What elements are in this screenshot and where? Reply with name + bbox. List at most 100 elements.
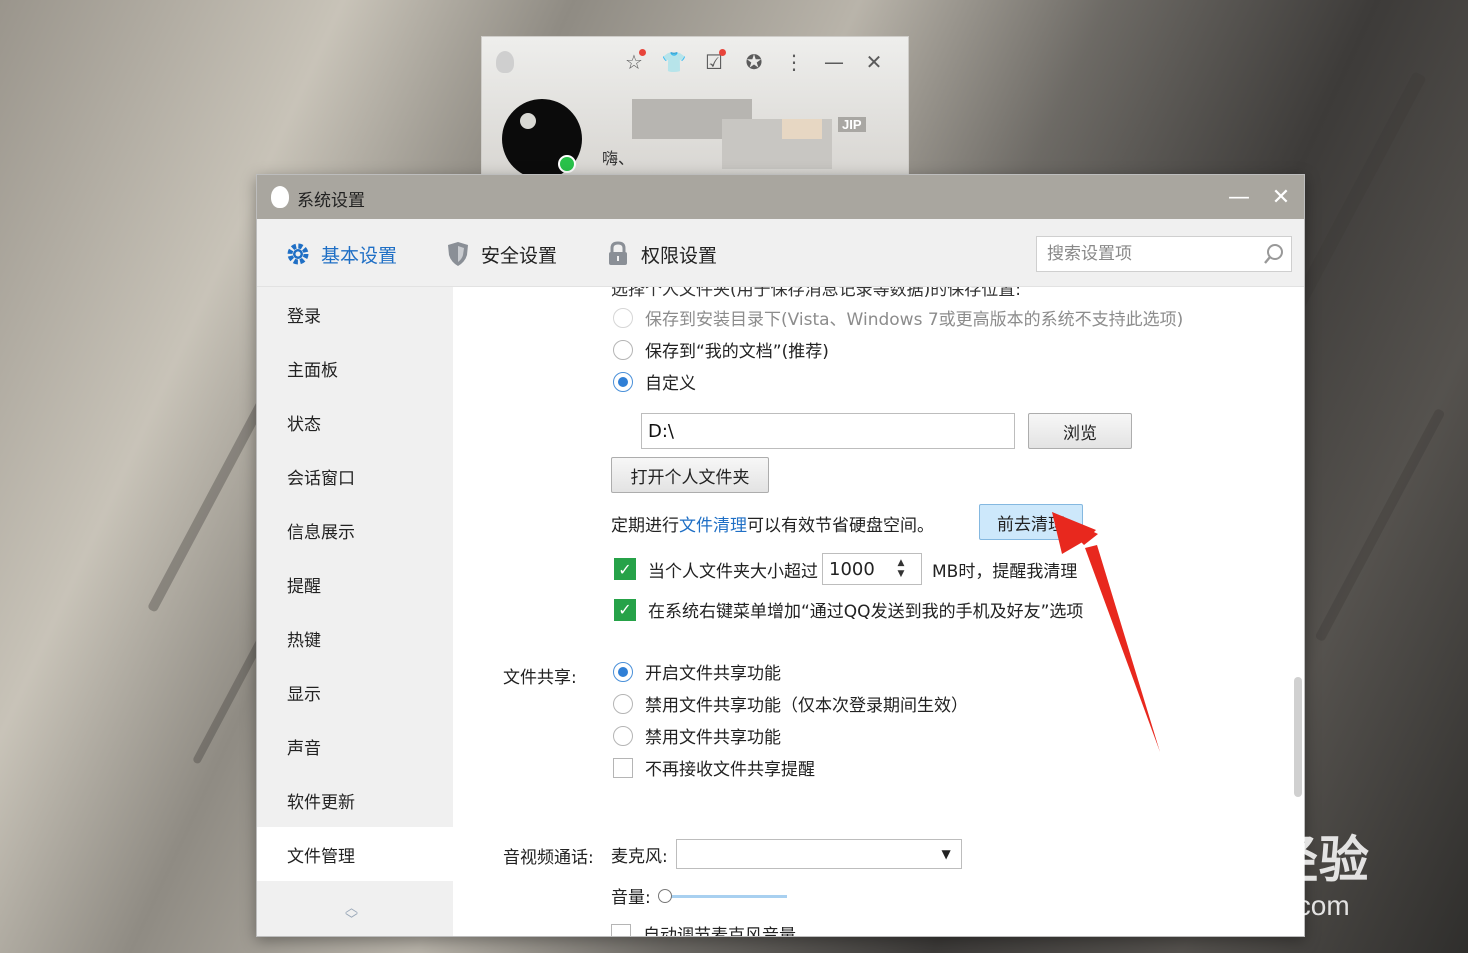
sidebar-item-file-management[interactable]: 文件管理 <box>257 827 453 881</box>
stepper-arrows-icon[interactable]: ▲ ▼ <box>875 558 921 580</box>
minimize-button[interactable]: — <box>1224 183 1254 211</box>
gear-icon <box>285 241 311 267</box>
checkbox-label: 不再接收文件共享提醒 <box>645 760 815 780</box>
radio-button[interactable] <box>613 371 633 392</box>
auto-adjust-option[interactable]: 自动调节麦克风音量 <box>611 921 796 937</box>
size-reminder-option[interactable]: ✓ 当个人文件夹大小超过 1000 ▲ ▼ MB时，提醒我清理 <box>614 553 1077 585</box>
radio-button[interactable] <box>613 693 633 714</box>
shirt-icon[interactable]: 👕 <box>654 49 694 75</box>
search-icon[interactable] <box>1263 243 1285 265</box>
sidebar-scroll-chevrons-icon[interactable]: ︿ ﹀ <box>345 902 358 927</box>
sidebar-item-main-panel[interactable]: 主面板 <box>257 341 453 395</box>
qq-logo-icon <box>496 51 514 73</box>
qq-logo-icon <box>271 186 289 208</box>
radio-label: 禁用文件共享功能（仅本次登录期间生效） <box>645 696 968 716</box>
open-personal-folder-button[interactable]: 打开个人文件夹 <box>611 457 769 493</box>
checkbox[interactable]: ✓ <box>614 598 636 621</box>
checkbox-label-suffix: MB时，提醒我清理 <box>932 561 1078 582</box>
lock-icon <box>605 241 631 267</box>
size-limit-value: 1000 <box>829 558 875 580</box>
tab-basic-settings[interactable]: 基本设置 <box>285 239 397 269</box>
radio-button[interactable] <box>613 339 633 360</box>
microphone-row: 麦克风: ▼ <box>611 839 962 869</box>
title-bar[interactable]: 系统设置 — ✕ <box>257 175 1304 219</box>
checkbox-label: 自动调节麦克风音量 <box>643 926 796 937</box>
radio-label: 开启文件共享功能 <box>645 664 781 684</box>
medal-icon[interactable]: ✪ <box>734 49 774 75</box>
nickname: 嗨、 <box>602 149 635 168</box>
sidebar-item-status[interactable]: 状态 <box>257 395 453 449</box>
tab-label: 基本设置 <box>321 244 398 267</box>
checkbox[interactable] <box>613 757 633 778</box>
radio-label: 保存到安装目录下(Vista、Windows 7或更高版本的系统不支持此选项) <box>645 310 1184 330</box>
more-icon[interactable]: ⋮ <box>774 49 814 75</box>
radio-save-my-documents[interactable]: 保存到“我的文档”(推荐) <box>613 337 829 362</box>
radio-label: 禁用文件共享功能 <box>645 728 781 748</box>
microphone-select[interactable]: ▼ <box>675 839 962 869</box>
checkbox-label: 当个人文件夹大小超过 <box>648 561 818 582</box>
window-title: 系统设置 <box>297 191 365 211</box>
qq-mini-panel: ☆ 👕 ☑ ✪ ⋮ — ✕ JIP 嗨、 <box>481 36 909 176</box>
vip-badge: JIP <box>838 117 866 132</box>
share-reminder-option[interactable]: 不再接收文件共享提醒 <box>613 755 815 780</box>
radio-save-custom[interactable]: 自定义 <box>613 369 696 394</box>
search-input[interactable] <box>1037 237 1247 271</box>
sidebar-item-info-display[interactable]: 信息展示 <box>257 503 453 557</box>
slider-thumb[interactable] <box>657 888 672 903</box>
tab-permission-settings[interactable]: 权限设置 <box>605 239 717 269</box>
tab-security-settings[interactable]: 安全设置 <box>445 239 557 269</box>
radio-button[interactable] <box>613 661 633 682</box>
volume-row: 音量: <box>611 883 787 908</box>
cleanup-prefix: 定期进行 <box>611 516 679 536</box>
close-icon[interactable]: ✕ <box>854 49 894 75</box>
baidu-watermark: Baidu经验 jingyan.baidu.com <box>1124 820 1370 922</box>
minimize-icon[interactable]: — <box>814 49 854 75</box>
sidebar-item-login[interactable]: 登录 <box>257 287 453 341</box>
sidebar-item-reminder[interactable]: 提醒 <box>257 557 453 611</box>
search-box <box>1036 236 1292 272</box>
online-status-icon <box>558 155 576 173</box>
radio-disable-file-share[interactable]: 禁用文件共享功能 <box>613 723 781 748</box>
volume-slider[interactable] <box>657 888 787 904</box>
cleanup-suffix: 可以有效节省硬盘空间。 <box>747 516 934 536</box>
tab-bar: 基本设置 安全设置 权限设置 <box>257 219 1304 287</box>
checkbox[interactable] <box>611 923 631 936</box>
tab-label: 安全设置 <box>481 244 558 267</box>
radio-button[interactable] <box>613 307 633 328</box>
checkbox-label: 在系统右键菜单增加“通过QQ发送到我的手机及好友”选项 <box>648 602 1084 622</box>
context-menu-option[interactable]: ✓ 在系统右键菜单增加“通过QQ发送到我的手机及好友”选项 <box>614 597 1083 622</box>
sidebar-item-display[interactable]: 显示 <box>257 665 453 719</box>
sidebar-item-hotkeys[interactable]: 热键 <box>257 611 453 665</box>
star-icon[interactable]: ☆ <box>614 49 654 75</box>
radio-enable-file-share[interactable]: 开启文件共享功能 <box>613 659 781 684</box>
browse-button[interactable]: 浏览 <box>1028 413 1132 449</box>
go-cleanup-button[interactable]: 前去清理 <box>979 504 1083 540</box>
watermark-url: jingyan.baidu.com <box>1124 890 1350 921</box>
sidebar-item-sound[interactable]: 声音 <box>257 719 453 773</box>
close-button[interactable]: ✕ <box>1266 183 1296 211</box>
content-scrollbar[interactable] <box>1294 677 1302 797</box>
checkbox[interactable]: ✓ <box>614 558 636 580</box>
sidebar-item-software-update[interactable]: 软件更新 <box>257 773 453 827</box>
checklist-icon[interactable]: ☑ <box>694 49 734 75</box>
shield-icon <box>445 241 471 267</box>
av-call-label: 音视频通话: <box>503 848 594 868</box>
file-share-label: 文件共享: <box>503 668 577 688</box>
microphone-label: 麦克风: <box>611 846 668 867</box>
tab-label: 权限设置 <box>641 244 718 267</box>
size-limit-stepper[interactable]: 1000 ▲ ▼ <box>822 553 922 585</box>
watermark-title: Baidu经验 <box>1124 832 1370 888</box>
chevron-down-icon: ▼ <box>941 847 951 861</box>
radio-label: 保存到“我的文档”(推荐) <box>645 342 829 362</box>
sidebar-item-chat-window[interactable]: 会话窗口 <box>257 449 453 503</box>
radio-save-install-dir[interactable]: 保存到安装目录下(Vista、Windows 7或更高版本的系统不支持此选项) <box>613 305 1183 330</box>
file-cleanup-link[interactable]: 文件清理 <box>679 511 747 536</box>
radio-label: 自定义 <box>645 374 696 394</box>
cleanup-hint: 定期进行 文件清理 可以有效节省硬盘空间。 <box>611 511 934 536</box>
custom-path-input[interactable] <box>641 413 1015 449</box>
avatar[interactable] <box>502 99 582 175</box>
radio-button[interactable] <box>613 725 633 746</box>
volume-label: 音量: <box>611 888 651 908</box>
radio-disable-share-session[interactable]: 禁用文件共享功能（仅本次登录期间生效） <box>613 691 968 716</box>
settings-sidebar: 登录 主面板 状态 会话窗口 信息展示 提醒 热键 显示 声音 软件更新 文件管… <box>257 287 453 936</box>
